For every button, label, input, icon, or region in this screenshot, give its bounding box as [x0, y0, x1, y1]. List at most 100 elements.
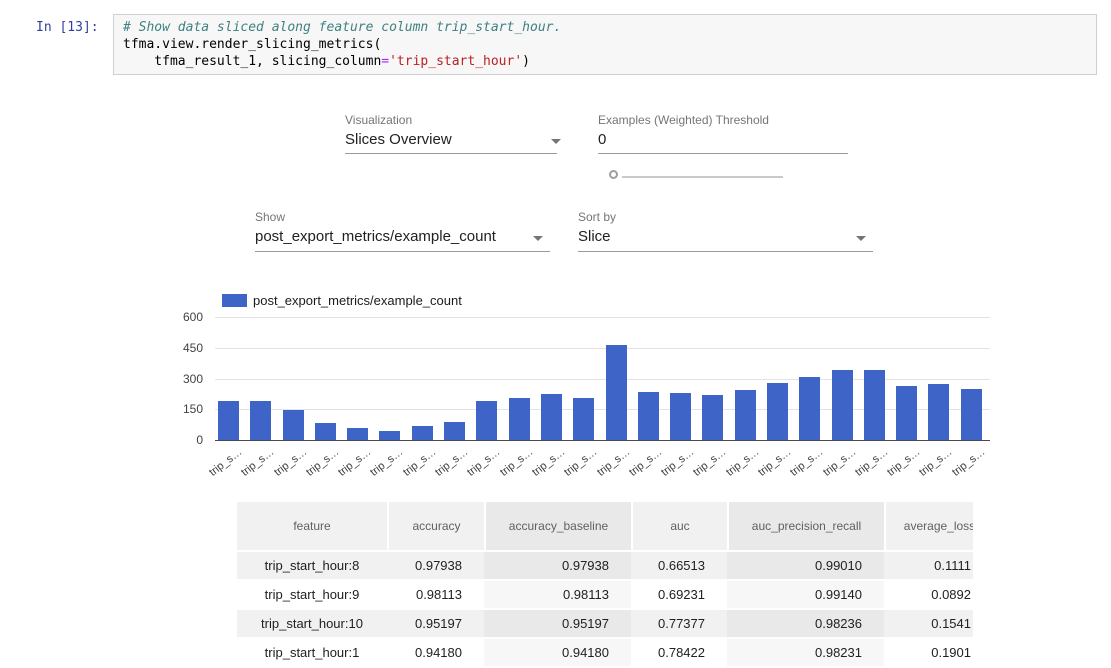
metric-cell: 0.98231: [727, 639, 884, 666]
metrics-table: featureaccuracyaccuracy_baselineaucauc_p…: [237, 500, 973, 668]
metrics-table-body: trip_start_hour:80.979380.979380.665130.…: [237, 552, 973, 666]
show-label: Show: [255, 210, 285, 224]
column-header: accuracy: [387, 502, 484, 550]
gridline: [215, 348, 990, 349]
bar-22[interactable]: [928, 384, 949, 440]
dropdown-underline: [578, 251, 873, 252]
x-axis: trip_s…trip_s…trip_s…trip_s…trip_s…trip_…: [215, 444, 1015, 488]
column-header: accuracy_baseline: [484, 502, 631, 550]
dropdown-underline: [255, 251, 550, 252]
metric-cell: 0.77377: [631, 610, 727, 637]
threshold-slider-knob[interactable]: [609, 170, 618, 179]
bar-plot: [215, 317, 990, 440]
feature-cell: trip_start_hour:1: [237, 639, 387, 666]
column-header: auc_precision_recall: [727, 502, 884, 550]
dropdown-arrow-icon[interactable]: [533, 236, 543, 241]
bar-4[interactable]: [347, 428, 368, 440]
legend-label: post_export_metrics/example_count: [253, 293, 462, 308]
sort-by-selected-value[interactable]: Slice: [578, 228, 611, 245]
table-row: trip_start_hour:90.981130.981130.692310.…: [237, 581, 973, 608]
dropdown-arrow-icon[interactable]: [551, 139, 561, 144]
bar-8[interactable]: [476, 401, 497, 440]
threshold-label: Examples (Weighted) Threshold: [598, 113, 769, 127]
gridline: [215, 440, 990, 441]
bar-9[interactable]: [509, 398, 530, 440]
input-underline: [598, 153, 848, 154]
code-string-literal: 'trip_start_hour': [389, 54, 522, 69]
y-axis: 0150300450600: [148, 317, 203, 448]
cell-prompt: In [13]:: [36, 20, 99, 35]
column-header: auc: [631, 502, 727, 550]
metric-cell: 0.66513: [631, 552, 727, 579]
bar-14[interactable]: [670, 393, 691, 440]
bar-18[interactable]: [799, 377, 820, 440]
visualization-label: Visualization: [345, 113, 412, 127]
threshold-slider-track[interactable]: [622, 176, 783, 178]
bar-0[interactable]: [218, 401, 239, 440]
metric-cell: 0.69231: [631, 581, 727, 608]
metrics-table-header-row: featureaccuracyaccuracy_baselineaucauc_p…: [237, 502, 973, 550]
code-call-line: tfma.view.render_slicing_metrics(: [123, 36, 1087, 53]
bar-17[interactable]: [767, 383, 788, 440]
feature-cell: trip_start_hour:8: [237, 552, 387, 579]
metric-cell: 0.98113: [484, 581, 631, 608]
bar-1[interactable]: [250, 401, 271, 440]
metric-cell: 0.94180: [387, 639, 484, 666]
code-args-line: tfma_result_1, slicing_column='trip_star…: [123, 53, 1087, 70]
gridline: [215, 317, 990, 318]
bar-12[interactable]: [606, 345, 627, 440]
dropdown-arrow-icon[interactable]: [856, 236, 866, 241]
dropdown-underline: [345, 153, 557, 154]
code-close-paren: ): [522, 54, 530, 69]
feature-cell: trip_start_hour:9: [237, 581, 387, 608]
table-row: trip_start_hour:10.941800.941800.784220.…: [237, 639, 973, 666]
y-tick-label: 600: [148, 309, 203, 325]
metric-cell: 0.99010: [727, 552, 884, 579]
metric-cell: 0.99140: [727, 581, 884, 608]
bar-15[interactable]: [702, 395, 723, 440]
table-row: trip_start_hour:80.979380.979380.665130.…: [237, 552, 973, 579]
bar-3[interactable]: [315, 423, 336, 440]
feature-cell: trip_start_hour:10: [237, 610, 387, 637]
metric-cell: 0.97938: [387, 552, 484, 579]
metric-cell: 0.0892: [884, 581, 973, 608]
metric-cell: 0.98113: [387, 581, 484, 608]
threshold-input[interactable]: 0: [598, 131, 606, 148]
column-header: feature: [237, 502, 387, 550]
legend-color-swatch: [222, 294, 247, 307]
bar-6[interactable]: [412, 426, 433, 440]
bar-7[interactable]: [444, 422, 465, 440]
bar-13[interactable]: [638, 392, 659, 440]
metrics-table-grid: featureaccuracyaccuracy_baselineaucauc_p…: [237, 500, 973, 668]
notebook-output-page: In [13]: # Show data sliced along featur…: [0, 0, 1111, 668]
metric-cell: 0.95197: [484, 610, 631, 637]
metric-cell: 0.95197: [387, 610, 484, 637]
metric-cell: 0.1541: [884, 610, 973, 637]
y-tick-label: 450: [148, 340, 203, 356]
y-tick-label: 0: [148, 432, 203, 448]
bar-23[interactable]: [961, 389, 982, 440]
bar-5[interactable]: [379, 431, 400, 440]
code-args-text: tfma_result_1, slicing_column: [123, 54, 381, 69]
visualization-selected-value[interactable]: Slices Overview: [345, 131, 452, 148]
bar-19[interactable]: [832, 370, 853, 440]
table-row: trip_start_hour:100.951970.951970.773770…: [237, 610, 973, 637]
y-tick-label: 300: [148, 371, 203, 387]
bar-21[interactable]: [896, 386, 917, 440]
code-comment-line: # Show data sliced along feature column …: [123, 19, 1087, 36]
metric-cell: 0.1901: [884, 639, 973, 666]
column-header: average_loss: [884, 502, 973, 550]
metric-cell: 0.1111: [884, 552, 973, 579]
metric-cell: 0.97938: [484, 552, 631, 579]
metric-cell: 0.78422: [631, 639, 727, 666]
y-tick-label: 150: [148, 401, 203, 417]
bar-2[interactable]: [283, 410, 304, 440]
bar-16[interactable]: [735, 390, 756, 440]
metric-cell: 0.98236: [727, 610, 884, 637]
bar-20[interactable]: [864, 370, 885, 440]
code-cell-editor[interactable]: # Show data sliced along feature column …: [113, 14, 1097, 75]
show-selected-value[interactable]: post_export_metrics/example_count: [255, 228, 496, 245]
metric-cell: 0.94180: [484, 639, 631, 666]
bar-11[interactable]: [573, 398, 594, 440]
bar-10[interactable]: [541, 394, 562, 440]
